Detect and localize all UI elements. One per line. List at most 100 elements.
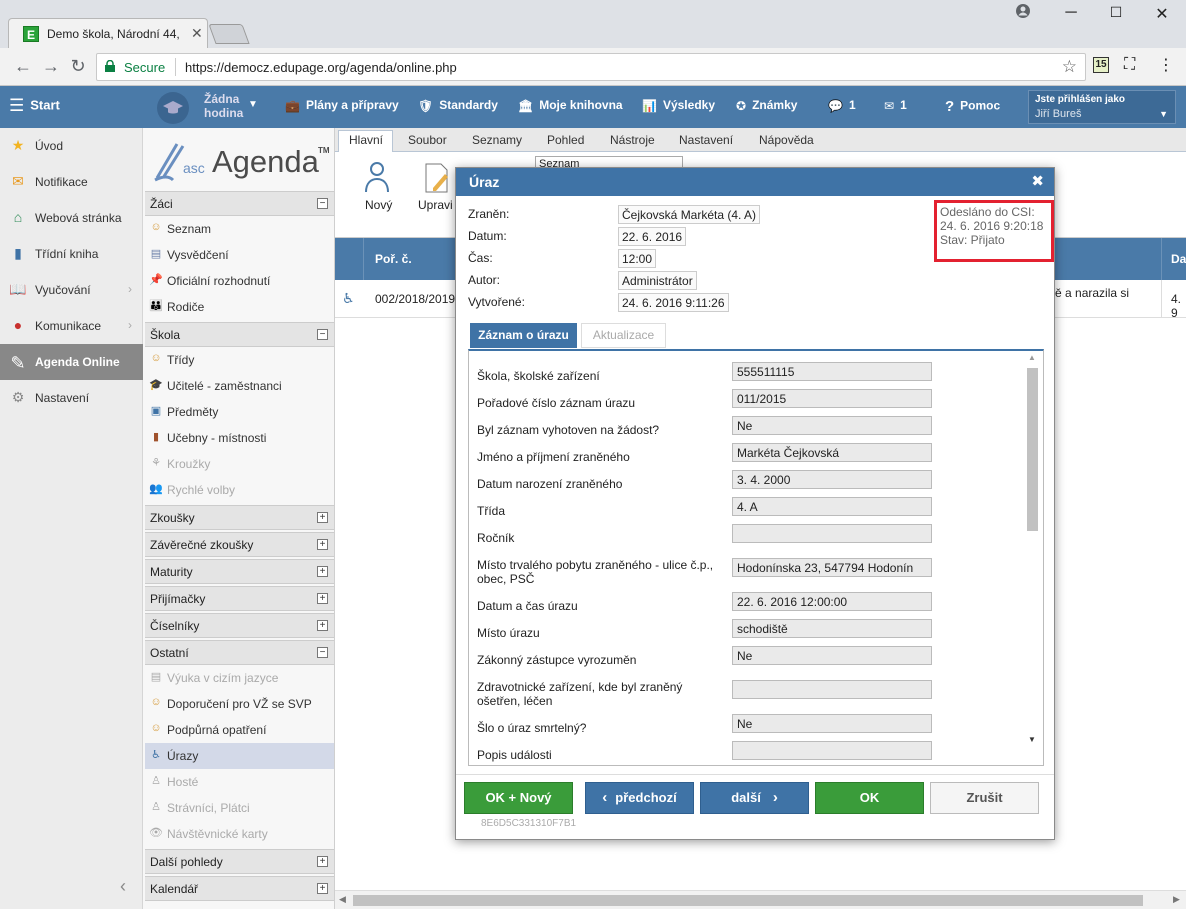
tab-soubor[interactable]: Soubor (408, 133, 447, 147)
sidebar-item-uvod[interactable]: ★ Úvod (0, 128, 143, 164)
forward-arrow-icon[interactable]: → (40, 56, 62, 77)
tab-hlavni[interactable]: Hlavní (349, 133, 383, 147)
tab-zaznam-o-urazu[interactable]: Záznam o úrazu (470, 323, 577, 348)
profile-icon[interactable] (1013, 4, 1033, 23)
field-poradove-cislo[interactable]: 011/2015 (732, 389, 932, 408)
field-datum-cas-urazu[interactable]: 22. 6. 2016 12:00:00 (732, 592, 932, 611)
ok-new-button[interactable]: OK + Nový (464, 782, 573, 814)
agenda-item-seznam[interactable]: ☺ Seznam (145, 216, 334, 242)
mail-button[interactable]: ✉ 1 (884, 98, 907, 113)
section-maturity[interactable]: Maturity + (145, 559, 334, 584)
agenda-item-doporuceni[interactable]: ☺ Doporučení pro VŽ se SVP (145, 691, 334, 717)
tab-nastroje[interactable]: Nástroje (610, 133, 655, 147)
hour-dropdown-icon[interactable]: ▼ (248, 99, 258, 110)
agenda-item-vysvedceni[interactable]: ▤ Vysvědčení (145, 242, 334, 268)
scroll-up-icon[interactable]: ▲ (1028, 353, 1036, 362)
section-ciselniky[interactable]: Číselníky + (145, 613, 334, 638)
new-tab-button[interactable] (208, 24, 250, 44)
results-button[interactable]: 📊 Výsledky (642, 98, 715, 113)
reload-icon[interactable]: ↻ (67, 56, 89, 77)
tab-pohled[interactable]: Pohled (547, 133, 584, 147)
library-button[interactable]: 🏛 Moje knihovna (518, 98, 623, 113)
agenda-item-rodice[interactable]: 👪 Rodiče (145, 294, 334, 320)
tab-napoveda[interactable]: Nápověda (759, 133, 814, 147)
expand-icon[interactable]: + (317, 593, 328, 604)
help-button[interactable]: ? Pomoc (945, 98, 1000, 115)
field-smrtelny[interactable]: Ne (732, 714, 932, 733)
bookmark-star-icon[interactable]: ☆ (1062, 57, 1077, 77)
window-close-icon[interactable]: ✕ (1152, 4, 1172, 24)
field-jmeno[interactable]: Markéta Čejkovská (732, 443, 932, 462)
agenda-item-tridy[interactable]: ☺ Třídy (145, 347, 334, 373)
sidebar-item-komunikace[interactable]: ● Komunikace › (0, 308, 143, 344)
agenda-item-hoste[interactable]: ♙ Hosté (145, 769, 334, 795)
field-datum-narozeni[interactable]: 3. 4. 2000 (732, 470, 932, 489)
agenda-item-urazy[interactable]: ♿ Úrazy (145, 743, 334, 769)
sidebar-item-web[interactable]: ⌂ Webová stránka (0, 200, 143, 236)
section-dalsi-pohledy[interactable]: Další pohledy + (145, 849, 334, 874)
section-zkousky[interactable]: Zkoušky + (145, 505, 334, 530)
collapse-icon[interactable]: − (317, 198, 328, 209)
agenda-item-krouzky[interactable]: ⚘ Kroužky (145, 451, 334, 477)
col-poradove-cislo[interactable]: Poř. č. (375, 252, 412, 266)
dialog-close-icon[interactable]: ✖ (1031, 172, 1044, 190)
expand-icon[interactable]: + (317, 539, 328, 550)
section-zaverecne-zkousky[interactable]: Závěrečné zkoušky + (145, 532, 334, 557)
section-skola[interactable]: Škola − (145, 322, 334, 347)
cancel-button[interactable]: Zrušit (930, 782, 1039, 814)
menu-kebab-icon[interactable]: ⋮ (1158, 55, 1174, 75)
section-kalendar[interactable]: Kalendář + (145, 876, 334, 901)
scroll-left-icon[interactable]: ◀ (339, 894, 346, 905)
scroll-down-icon[interactable]: ▼ (1028, 735, 1036, 744)
field-misto-urazu[interactable]: schodiště (732, 619, 932, 638)
section-zaci[interactable]: Žáci − (145, 191, 334, 216)
maximize-icon[interactable]: ☐ (1106, 4, 1126, 21)
sidebar-item-tridni-kniha[interactable]: ▮ Třídní kniha (0, 236, 143, 272)
back-arrow-icon[interactable]: ← (12, 56, 34, 77)
next-button[interactable]: další › (700, 782, 809, 814)
section-prijimacky[interactable]: Přijímačky + (145, 586, 334, 611)
field-popis-udalosti[interactable] (732, 741, 932, 760)
tab-seznamy[interactable]: Seznamy (472, 133, 522, 147)
agenda-item-vyuka-cizi-jazyk[interactable]: ▤ Výuka v cizím jazyce (145, 665, 334, 691)
current-hour-selector[interactable]: Žádna hodina (204, 92, 243, 120)
horizontal-scrollbar[interactable]: ◀ ▶ (335, 890, 1186, 909)
expand-icon[interactable]: + (317, 883, 328, 894)
form-scrollbar[interactable]: ▲ ▼ (1024, 353, 1040, 763)
field-zastupce-vyrozumen[interactable]: Ne (732, 646, 932, 665)
tab-close-icon[interactable]: ✕ (191, 25, 203, 42)
collapse-sidebar-icon[interactable]: ‹ (120, 876, 126, 897)
collapse-icon[interactable]: − (317, 329, 328, 340)
field-trvaly-pobyt[interactable]: Hodonínska 23, 547794 Hodonín (732, 558, 932, 577)
section-ostatni[interactable]: Ostatní − (145, 640, 334, 665)
expand-icon[interactable]: + (317, 512, 328, 523)
field-na-zadost[interactable]: Ne (732, 416, 932, 435)
scroll-thumb[interactable] (1027, 368, 1038, 531)
tab-nastaveni[interactable]: Nastavení (679, 133, 733, 147)
agenda-item-stravnici[interactable]: ♙ Strávníci, Plátci (145, 795, 334, 821)
cast-icon[interactable]: ⛶ (1124, 56, 1135, 74)
agenda-item-ucitele[interactable]: 🎓 Učitelé - zaměstnanci (145, 373, 334, 399)
field-trida[interactable]: 4. A (732, 497, 932, 516)
previous-button[interactable]: ‹ předchozí (585, 782, 694, 814)
agenda-item-navstevnicke-karty[interactable]: 👁 Návštěvnické karty (145, 821, 334, 847)
extension-calendar-icon[interactable]: 15 (1093, 57, 1109, 73)
field-rocnik[interactable] (732, 524, 932, 543)
plans-button[interactable]: 💼 Plány a přípravy (285, 98, 399, 113)
sidebar-item-notifikace[interactable]: ✉ Notifikace (0, 164, 143, 200)
messages-button[interactable]: 💬 1 (828, 98, 856, 113)
browser-tab[interactable]: E Demo škola, Národní 44, ✕ (8, 18, 208, 48)
collapse-icon[interactable]: − (317, 647, 328, 658)
minimize-icon[interactable]: ─ (1061, 4, 1081, 22)
standards-button[interactable]: 🛡 Standardy (418, 98, 498, 113)
scroll-right-icon[interactable]: ▶ (1173, 894, 1180, 905)
scroll-thumb[interactable] (353, 895, 1143, 906)
expand-icon[interactable]: + (317, 566, 328, 577)
expand-icon[interactable]: + (317, 856, 328, 867)
edit-label[interactable]: Upravi (418, 198, 453, 212)
edit-icon[interactable] (423, 162, 451, 197)
sidebar-item-vyucovani[interactable]: 📖 Vyučování › (0, 272, 143, 308)
agenda-item-podpurna-opatreni[interactable]: ☺ Podpůrná opatření (145, 717, 334, 743)
tab-aktualizace[interactable]: Aktualizace (581, 323, 666, 348)
col-datum[interactable]: Da (1171, 252, 1186, 266)
